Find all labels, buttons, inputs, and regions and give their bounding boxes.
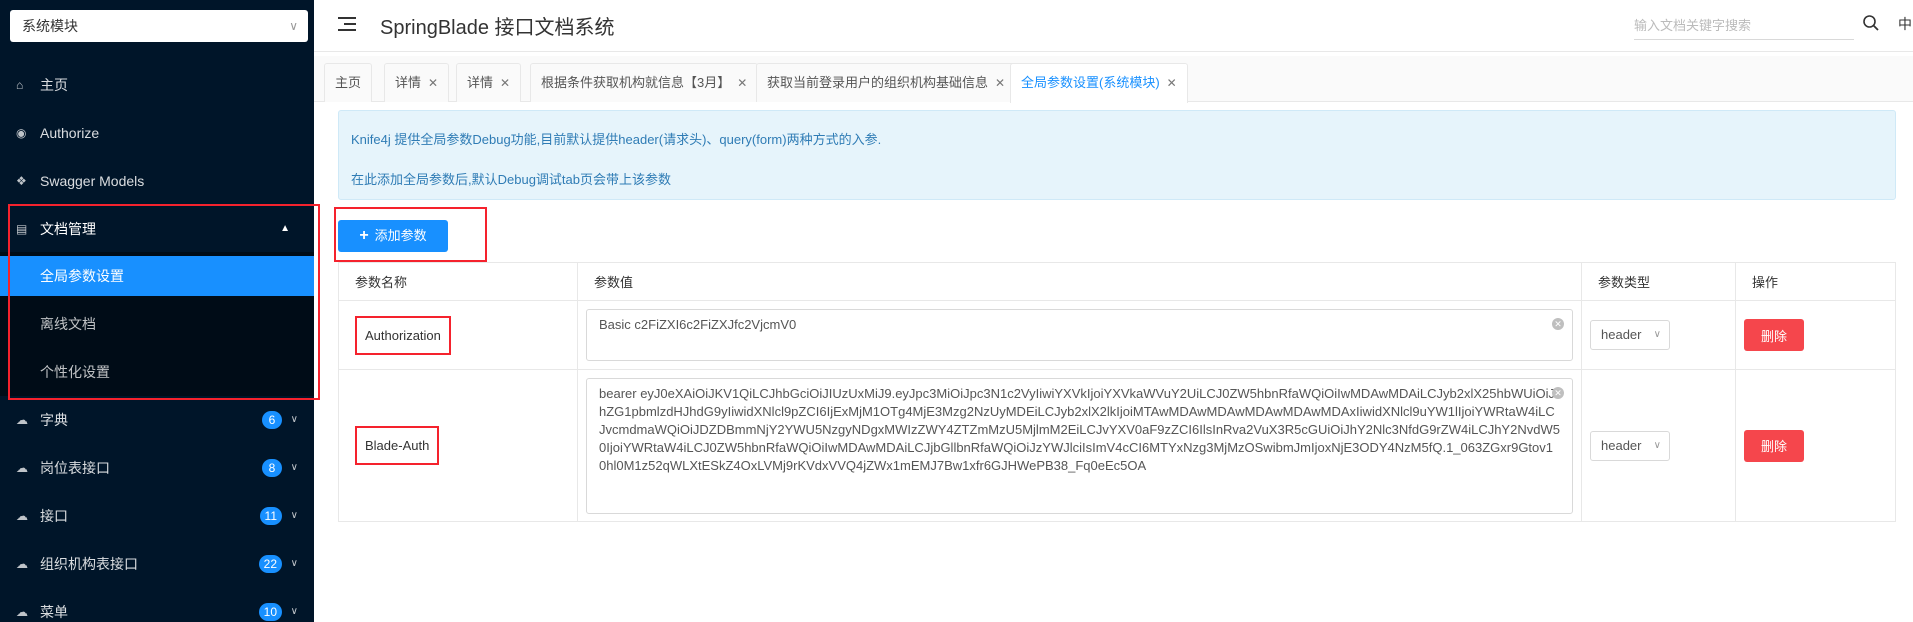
menu-toggle-icon[interactable] [338, 14, 358, 34]
tab-home[interactable]: 主页 [324, 63, 373, 102]
param-type-select[interactable]: header ∨ [1590, 320, 1670, 350]
lock-icon: ◉ [16, 126, 27, 140]
param-type-value: header [1601, 437, 1642, 453]
chevron-down-icon: ∨ [290, 558, 298, 569]
cloud-icon: ☁ [16, 461, 28, 475]
clear-icon[interactable]: ✕ [1552, 318, 1564, 330]
chevron-down-icon: ∨ [1653, 439, 1661, 451]
home-icon: ⌂ [16, 78, 24, 92]
param-type-value: header [1601, 327, 1642, 342]
tab-label: 根据条件获取机构就信息【3月】 [541, 75, 731, 90]
chevron-down-icon: ∨ [1653, 329, 1661, 340]
chevron-down-icon: ∨ [290, 606, 298, 617]
param-type-cell: header ∨ [1581, 369, 1736, 522]
tab-global-params[interactable]: 全局参数设置(系统模块) ✕ [1010, 63, 1188, 103]
header-type: 参数类型 [1581, 262, 1736, 301]
sidebar-item-label: 岗位表接口 [40, 460, 110, 476]
param-type-cell: header ∨ [1581, 300, 1736, 370]
count-badge: 6 [262, 411, 282, 429]
sidebar-item-org-api[interactable]: ☁ 组织机构表接口 22 ∨ [0, 540, 314, 588]
close-icon[interactable]: ✕ [737, 76, 747, 90]
sidebar-item-label: 字典 [40, 412, 68, 428]
sidebar-item-label: 组织机构表接口 [40, 556, 138, 572]
alert-line-1: Knife4j 提供全局参数Debug功能,目前默认提供header(请求头)、… [351, 132, 882, 147]
sidebar-item-menu[interactable]: ☁ 菜单 10 ∨ [0, 588, 314, 622]
cube-icon: ❖ [16, 174, 27, 188]
chevron-down-icon: ∨ [290, 510, 298, 521]
tab-detail-1[interactable]: 详情 ✕ [384, 63, 450, 102]
sidebar-item-post-api[interactable]: ☁ 岗位表接口 8 ∨ [0, 444, 314, 492]
sidebar-item-label: 接口 [40, 508, 68, 524]
param-type-select[interactable]: header ∨ [1590, 430, 1670, 461]
highlight-box [334, 207, 487, 262]
tab-label: 详情 [467, 75, 494, 90]
tab-detail-2[interactable]: 详情 ✕ [456, 63, 522, 102]
param-value-text: bearer eyJ0eXAiOiJKV1QiLCJhbGciOiJIUzUxM… [599, 385, 1560, 473]
alert-line-2: 在此添加全局参数后,默认Debug调试tab页会带上该参数 [351, 172, 671, 187]
language-toggle[interactable]: 中 [1898, 14, 1912, 34]
tab-label: 全局参数设置(系统模块) [1021, 75, 1160, 90]
header-name: 参数名称 [338, 262, 578, 301]
tab-org-by-condition[interactable]: 根据条件获取机构就信息【3月】 ✕ [530, 63, 759, 102]
sidebar: 系统模块 ∨ ⌂ 主页 ◉ Authorize ❖ Swagger Models… [0, 0, 320, 622]
delete-button[interactable]: 删除 [1744, 319, 1804, 351]
info-alert: Knife4j 提供全局参数Debug功能,目前默认提供header(请求头)、… [338, 110, 1896, 200]
header-value: 参数值 [577, 262, 1582, 301]
sidebar-item-dict[interactable]: ☁ 字典 6 ∨ [0, 396, 314, 444]
sidebar-item-api[interactable]: ☁ 接口 11 ∨ [0, 492, 314, 540]
param-value-input[interactable]: Basic c2FiZXI6c2FiZXJfc2VjcmV0 ✕ [586, 309, 1573, 361]
table-row: Authorization Basic c2FiZXI6c2FiZXJfc2Vj… [338, 300, 1896, 370]
param-name: Blade-Auth [355, 426, 440, 465]
sidebar-item-label: Authorize [40, 125, 100, 141]
tab-label: 获取当前登录用户的组织机构基础信息 [767, 75, 989, 90]
header-action: 操作 [1735, 262, 1896, 301]
delete-button[interactable]: 删除 [1744, 429, 1804, 462]
cloud-icon: ☁ [16, 509, 28, 523]
sidebar-item-label: Swagger Models [40, 173, 145, 189]
param-name-cell: Blade-Auth [338, 369, 578, 522]
param-value-cell: Basic c2FiZXI6c2FiZXJfc2VjcmV0 ✕ [577, 300, 1582, 370]
param-name: Authorization [355, 315, 451, 355]
sidebar-item-home[interactable]: ⌂ 主页 [0, 61, 314, 109]
table-row: Blade-Auth bearer eyJ0eXAiOiJKV1QiLCJhbG… [338, 369, 1896, 522]
close-icon[interactable]: ✕ [1167, 76, 1177, 90]
param-action-cell: 删除 [1735, 300, 1896, 370]
param-action-cell: 删除 [1735, 369, 1896, 522]
cloud-icon: ☁ [16, 557, 28, 571]
sidebar-item-authorize[interactable]: ◉ Authorize [0, 109, 314, 157]
module-select-value: 系统模块 [22, 18, 78, 34]
sidebar-item-swagger-models[interactable]: ❖ Swagger Models [0, 157, 314, 205]
sidebar-item-label: 主页 [40, 77, 68, 93]
page-title: SpringBlade 接口文档系统 [380, 17, 615, 39]
tab-label: 主页 [335, 75, 362, 90]
count-badge: 11 [259, 507, 282, 525]
search-input[interactable] [1634, 12, 1854, 40]
close-icon[interactable]: ✕ [500, 76, 510, 90]
param-value-text: Basic c2FiZXI6c2FiZXJfc2VjcmV0 [599, 317, 797, 332]
chevron-down-icon: ∨ [290, 462, 298, 473]
param-value-input[interactable]: bearer eyJ0eXAiOiJKV1QiLCJhbGciOiJIUzUxM… [586, 377, 1573, 514]
cloud-icon: ☁ [16, 605, 28, 619]
tab-bar: 主页 详情 ✕ 详情 ✕ 根据条件获取机构就信息【3月】 ✕ 获取当前登录用户的组织机… [314, 56, 1913, 103]
tab-current-user-org[interactable]: 获取当前登录用户的组织机构基础信息 ✕ [756, 63, 1017, 102]
tab-label: 详情 [395, 75, 422, 90]
header: SpringBlade 接口文档系统 中 [314, 0, 1913, 52]
count-badge: 8 [262, 459, 282, 477]
clear-icon[interactable]: ✕ [1552, 386, 1564, 399]
global-params-table: 参数名称 参数值 参数类型 操作 Authorization Basic c2F… [338, 262, 1896, 522]
count-badge: 22 [258, 555, 282, 573]
search-icon[interactable] [1862, 14, 1880, 32]
count-badge: 10 [258, 603, 282, 621]
cloud-icon: ☁ [16, 413, 28, 427]
close-icon[interactable]: ✕ [995, 76, 1005, 90]
chevron-down-icon: ∨ [289, 19, 298, 33]
close-icon[interactable]: ✕ [428, 76, 438, 90]
sidebar-item-label: 菜单 [40, 604, 68, 620]
module-select[interactable]: 系统模块 ∨ [10, 10, 308, 42]
highlight-box [8, 204, 320, 400]
param-value-cell: bearer eyJ0eXAiOiJKV1QiLCJhbGciOiJIUzUxM… [577, 369, 1582, 522]
chevron-down-icon: ∨ [290, 414, 298, 425]
param-name-cell: Authorization [338, 300, 578, 370]
